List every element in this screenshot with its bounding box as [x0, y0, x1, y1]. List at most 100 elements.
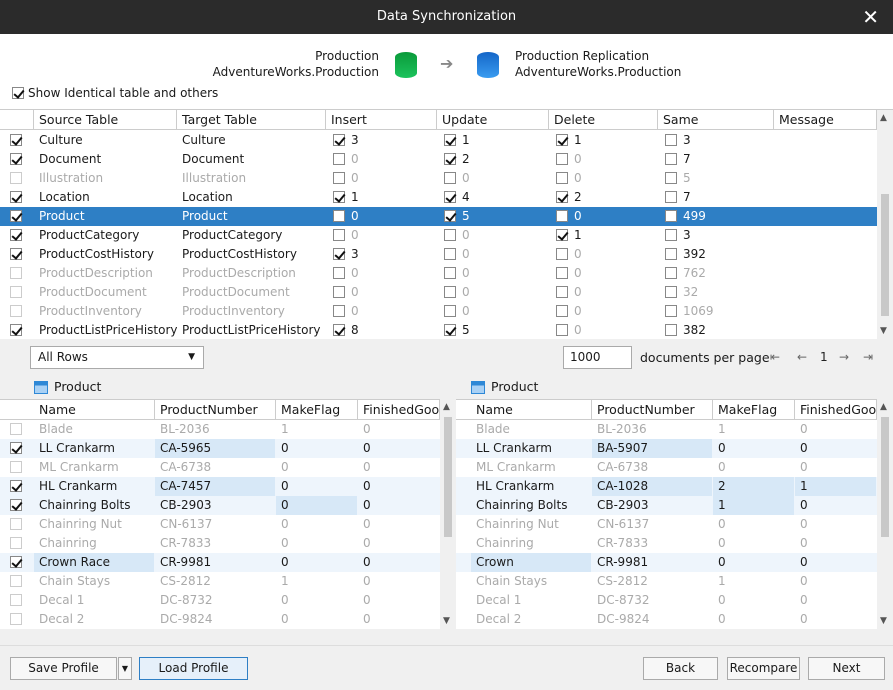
data-row[interactable]: Blade BL-2036 1 0 — [456, 420, 877, 439]
column-header[interactable]: Source Table — [34, 110, 177, 130]
column-header[interactable]: MakeFlag — [713, 400, 795, 420]
delete-cell[interactable]: 0 — [551, 264, 660, 283]
delete-cell[interactable]: 1 — [551, 226, 660, 245]
row-check-cell[interactable] — [5, 188, 28, 207]
column-header[interactable]: Name — [471, 400, 592, 420]
table-row[interactable]: ProductInventory ProductInventory 0 0 0 1069 — [0, 302, 877, 321]
checkbox-icon[interactable] — [333, 133, 345, 146]
column-header[interactable]: Message — [774, 110, 877, 130]
data-row[interactable]: Crown Race CR-9981 0 0 — [0, 553, 440, 572]
checkbox-icon[interactable] — [444, 171, 456, 184]
insert-cell[interactable]: 3 — [328, 245, 439, 264]
delete-cell[interactable]: 0 — [551, 302, 660, 321]
checkbox-icon[interactable] — [10, 171, 22, 184]
show-identical-checkbox[interactable]: Show Identical table and others — [12, 85, 218, 100]
row-check-cell[interactable] — [5, 150, 28, 169]
data-row[interactable]: Decal 2 DC-9824 0 0 — [456, 610, 877, 629]
data-row[interactable]: Chainring Nut CN-6137 0 0 — [456, 515, 877, 534]
checkbox-icon[interactable] — [333, 171, 345, 184]
next-page-icon[interactable]: → — [839, 350, 849, 364]
data-row[interactable]: Decal 1 DC-8732 0 0 — [0, 591, 440, 610]
checkbox-icon[interactable] — [10, 441, 22, 454]
checkbox-icon[interactable] — [10, 209, 22, 222]
delete-cell[interactable]: 2 — [551, 188, 660, 207]
column-header[interactable]: Target Table — [177, 110, 326, 130]
row-check-cell[interactable] — [5, 610, 28, 629]
row-check-cell[interactable] — [5, 439, 28, 458]
same-cell[interactable]: 762 — [660, 264, 776, 283]
insert-cell[interactable]: 8 — [328, 321, 439, 339]
checkbox-icon[interactable] — [10, 460, 22, 473]
update-cell[interactable]: 5 — [439, 207, 551, 226]
table-row[interactable]: Illustration Illustration 0 0 0 5 — [0, 169, 877, 188]
target-horizontal-scrollbar[interactable] — [456, 632, 877, 646]
update-cell[interactable]: 0 — [439, 169, 551, 188]
checkbox-icon[interactable] — [665, 247, 677, 260]
column-header[interactable]: Insert — [326, 110, 437, 130]
checkbox-icon[interactable] — [665, 171, 677, 184]
source-vertical-scrollbar[interactable]: ▲ ▼ — [440, 399, 456, 629]
checkbox-icon[interactable] — [444, 304, 456, 317]
last-page-icon[interactable]: ⇥ — [863, 350, 873, 364]
checkbox-icon[interactable] — [333, 190, 345, 203]
column-header[interactable]: FinishedGoo — [795, 400, 877, 420]
row-check-cell[interactable] — [5, 226, 28, 245]
row-check-cell[interactable] — [5, 169, 28, 188]
per-page-input[interactable]: 1000 — [563, 346, 632, 369]
data-row[interactable]: Decal 1 DC-8732 0 0 — [456, 591, 877, 610]
checkbox-icon[interactable] — [12, 86, 24, 99]
delete-cell[interactable]: 1 — [551, 131, 660, 150]
data-row[interactable]: Chainring CR-7833 0 0 — [456, 534, 877, 553]
checkbox-icon[interactable] — [10, 498, 22, 511]
same-cell[interactable]: 382 — [660, 321, 776, 339]
tables-vertical-scrollbar[interactable]: ▲ ▼ — [877, 110, 893, 339]
scroll-thumb[interactable] — [444, 417, 452, 537]
checkbox-icon[interactable] — [444, 190, 456, 203]
close-icon[interactable]: ✕ — [862, 5, 879, 29]
update-cell[interactable]: 4 — [439, 188, 551, 207]
scroll-up-icon[interactable]: ▲ — [443, 402, 450, 412]
row-filter-select[interactable]: All Rows ▼ — [30, 346, 204, 369]
update-cell[interactable]: 0 — [439, 245, 551, 264]
checkbox-icon[interactable] — [333, 228, 345, 241]
delete-cell[interactable]: 0 — [551, 169, 660, 188]
checkbox-icon[interactable] — [10, 152, 22, 165]
same-cell[interactable]: 3 — [660, 131, 776, 150]
same-cell[interactable]: 1069 — [660, 302, 776, 321]
save-profile-button[interactable]: Save Profile — [10, 657, 117, 680]
source-horizontal-scrollbar[interactable] — [0, 632, 440, 646]
save-profile-dropdown[interactable]: ▼ — [118, 657, 132, 680]
scroll-thumb[interactable] — [881, 194, 889, 316]
delete-cell[interactable]: 0 — [551, 245, 660, 264]
same-cell[interactable]: 3 — [660, 226, 776, 245]
checkbox-icon[interactable] — [333, 209, 345, 222]
scroll-down-icon[interactable]: ▼ — [443, 616, 450, 626]
row-check-cell[interactable] — [5, 131, 28, 150]
data-row[interactable]: Decal 2 DC-9824 0 0 — [0, 610, 440, 629]
checkbox-icon[interactable] — [665, 133, 677, 146]
data-row[interactable]: Chainring Bolts CB-2903 0 0 — [0, 496, 440, 515]
checkbox-icon[interactable] — [10, 323, 22, 336]
delete-cell[interactable]: 0 — [551, 150, 660, 169]
row-check-cell[interactable] — [5, 207, 28, 226]
checkbox-icon[interactable] — [665, 209, 677, 222]
row-check-cell[interactable] — [5, 553, 28, 572]
data-row[interactable]: Chain Stays CS-2812 1 0 — [0, 572, 440, 591]
insert-cell[interactable]: 0 — [328, 283, 439, 302]
checkbox-icon[interactable] — [665, 285, 677, 298]
checkbox-icon[interactable] — [333, 285, 345, 298]
checkbox-icon[interactable] — [333, 323, 345, 336]
update-cell[interactable]: 5 — [439, 321, 551, 339]
checkbox-icon[interactable] — [333, 247, 345, 260]
checkbox-icon[interactable] — [556, 133, 568, 146]
checkbox-icon[interactable] — [556, 323, 568, 336]
data-row[interactable]: Chainring CR-7833 0 0 — [0, 534, 440, 553]
data-row[interactable]: HL Crankarm CA-1028 2 1 — [456, 477, 877, 496]
scroll-up-icon[interactable]: ▲ — [880, 113, 887, 123]
checkbox-icon[interactable] — [444, 285, 456, 298]
column-header[interactable]: FinishedGoo — [358, 400, 440, 420]
column-header[interactable]: Delete — [549, 110, 658, 130]
same-cell[interactable]: 32 — [660, 283, 776, 302]
table-row[interactable]: Culture Culture 3 1 1 3 — [0, 131, 877, 150]
table-row[interactable]: ProductListPriceHistory ProductListPriceH… — [0, 321, 877, 339]
